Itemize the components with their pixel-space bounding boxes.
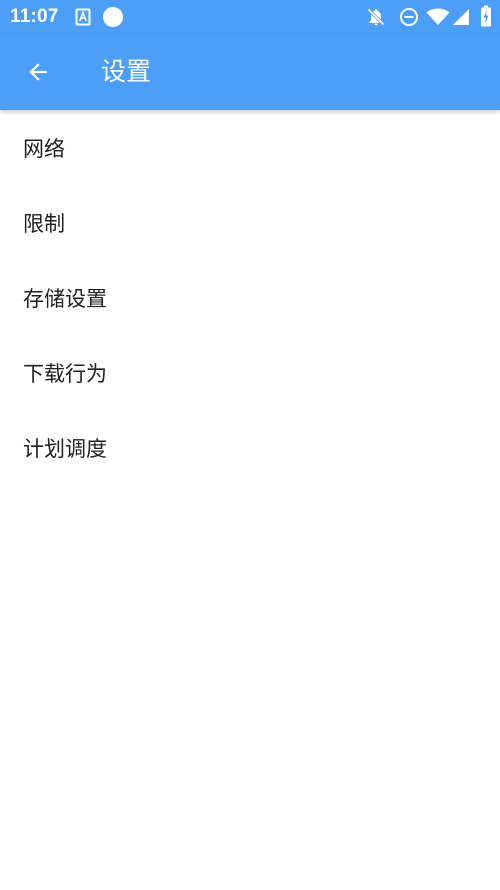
settings-item-schedule[interactable]: 计划调度 bbox=[0, 410, 500, 485]
wifi-icon bbox=[426, 8, 450, 25]
settings-item-label: 网络 bbox=[23, 136, 65, 161]
battery-charging-icon bbox=[481, 5, 491, 27]
settings-item-limits[interactable]: 限制 bbox=[0, 185, 500, 260]
a-notification-icon bbox=[75, 8, 91, 26]
settings-item-download-behavior[interactable]: 下载行为 bbox=[0, 335, 500, 410]
settings-item-label: 下载行为 bbox=[23, 361, 107, 386]
do-not-disturb-icon bbox=[400, 8, 418, 26]
back-button[interactable] bbox=[14, 48, 62, 96]
settings-item-label: 计划调度 bbox=[23, 436, 107, 461]
settings-item-storage[interactable]: 存储设置 bbox=[0, 260, 500, 335]
page-title: 设置 bbox=[101, 57, 152, 86]
status-bar: 11:07 bbox=[0, 0, 500, 34]
settings-item-label: 限制 bbox=[23, 211, 65, 236]
settings-item-label: 存储设置 bbox=[23, 286, 107, 311]
cellular-signal-icon bbox=[453, 9, 469, 25]
app-bar: 设置 bbox=[0, 34, 500, 110]
notifications-off-icon bbox=[367, 8, 385, 26]
circle-notification-icon bbox=[103, 7, 123, 27]
settings-item-network[interactable]: 网络 bbox=[0, 110, 500, 185]
settings-list: 网络 限制 存储设置 下载行为 计划调度 bbox=[0, 110, 500, 485]
status-time: 11:07 bbox=[10, 6, 59, 27]
arrow-back-icon bbox=[29, 63, 47, 81]
